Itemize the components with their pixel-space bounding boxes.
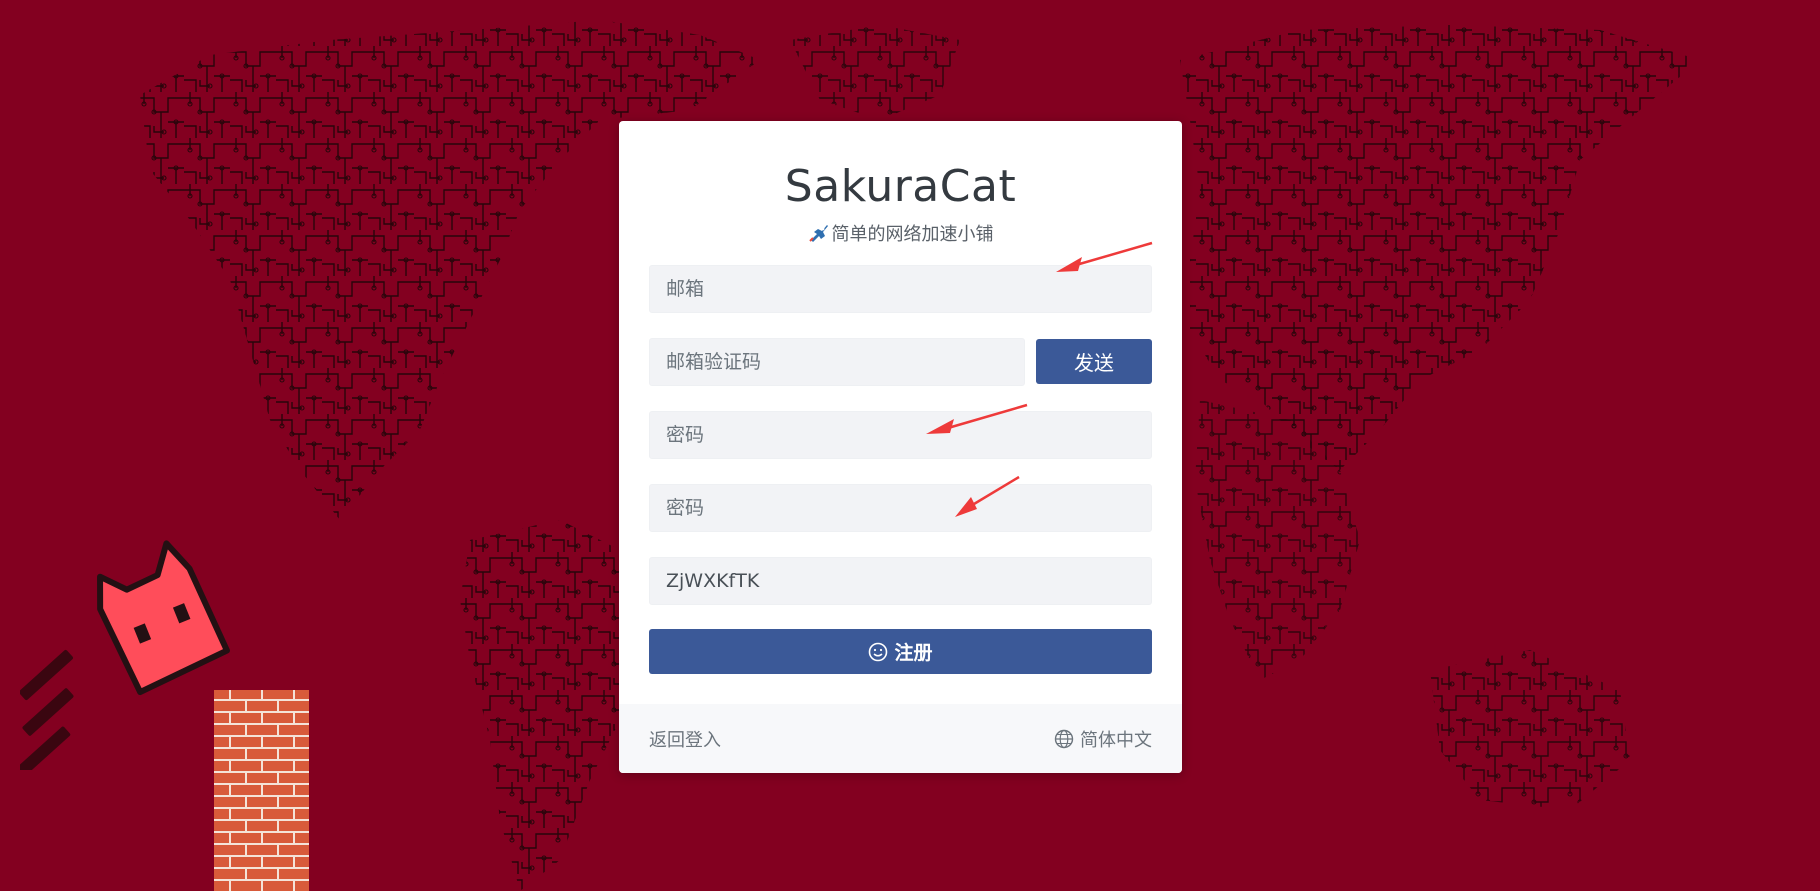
register-card: SakuraCat 简单的网络加速小铺 发送 注册 xyxy=(619,121,1182,773)
send-code-button[interactable]: 发送 xyxy=(1036,339,1152,384)
register-card-body: SakuraCat 简单的网络加速小铺 发送 注册 xyxy=(619,121,1182,704)
brand-title: SakuraCat xyxy=(784,161,1017,212)
brand-subtitle-text: 简单的网络加速小铺 xyxy=(831,224,994,245)
brand-subtitle: 简单的网络加速小铺 xyxy=(619,220,1182,246)
register-button[interactable]: 注册 xyxy=(649,629,1152,674)
language-selector[interactable]: 简体中文 xyxy=(1054,726,1152,752)
email-code-input[interactable] xyxy=(649,338,1025,386)
smile-icon xyxy=(869,642,888,661)
email-input[interactable] xyxy=(649,265,1152,313)
password-input[interactable] xyxy=(649,411,1152,459)
card-footer: 返回登入 简体中文 xyxy=(619,704,1182,773)
back-to-login-link[interactable]: 返回登入 xyxy=(649,726,721,752)
globe-icon xyxy=(1054,729,1074,748)
invite-code-input[interactable] xyxy=(649,557,1152,605)
brick-wall-decoration xyxy=(214,690,309,891)
rocket-icon xyxy=(808,225,828,242)
password-confirm-input[interactable] xyxy=(649,484,1152,532)
register-button-label: 注册 xyxy=(894,642,933,664)
language-label: 简体中文 xyxy=(1080,729,1152,751)
